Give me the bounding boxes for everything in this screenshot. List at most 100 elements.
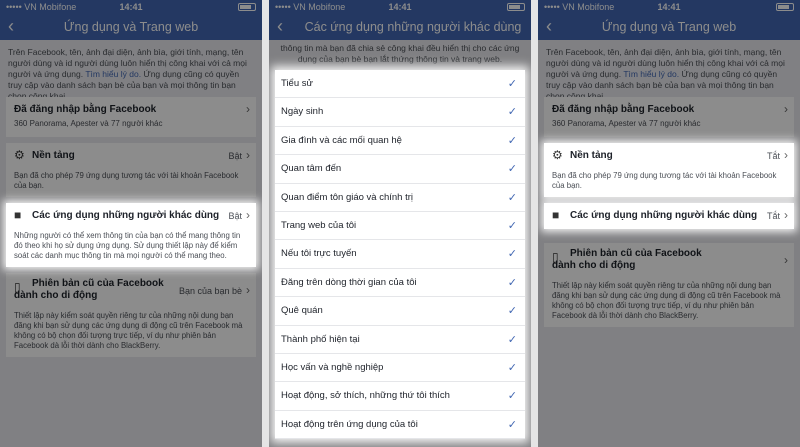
- chevron-right-icon: ›: [784, 253, 788, 267]
- category-label: Quan tâm đến: [281, 163, 342, 175]
- category-label: Thành phố hiện tại: [281, 333, 360, 345]
- checkmark-icon: ✓: [507, 191, 517, 204]
- row-subtitle: 360 Panorama, Apester và 77 người khác: [552, 119, 701, 128]
- back-chevron-icon[interactable]: ‹: [277, 17, 283, 35]
- category-item[interactable]: Quê quán ✓: [275, 297, 525, 326]
- checkmark-icon: ✓: [507, 305, 517, 318]
- chevron-right-icon: ›: [246, 283, 250, 297]
- row-label: Phiên bản cũ của Facebook: [32, 278, 164, 289]
- battery-icon: [776, 3, 794, 11]
- legacy-mobile-card[interactable]: ▯ Phiên bản cũ của Facebook dành cho di …: [544, 243, 794, 327]
- category-item[interactable]: Ngày sinh ✓: [275, 98, 525, 127]
- row-description: Bạn đã cho phép 79 ứng dụng tương tác vớ…: [14, 171, 239, 190]
- apps-others-use-panel: ••••• VN Mobifone 14:41 ‹ Các ứng dụng n…: [269, 0, 531, 447]
- row-label-line2: dành cho di động: [552, 260, 636, 271]
- status-bar: ••••• VN Mobifone 14:41: [269, 0, 531, 14]
- clock: 14:41: [119, 2, 143, 12]
- row-label: Các ứng dụng những người khác dùng: [32, 210, 220, 221]
- row-value: Bạn của bạn bè: [178, 286, 242, 296]
- settings-panel-after: ••••• VN Mobifone 14:41 ‹ Ứng dụng và Tr…: [538, 0, 800, 447]
- nav-bar: ‹ Ứng dụng và Trang web: [0, 14, 262, 40]
- category-item[interactable]: Quan tâm đến ✓: [275, 155, 525, 184]
- checkmark-icon: ✓: [507, 248, 517, 261]
- learn-why-link[interactable]: Tìm hiểu lý do.: [85, 69, 141, 79]
- page-title: Các ứng dụng những người khác dùng: [304, 20, 522, 34]
- checkmark-icon: ✓: [507, 134, 517, 147]
- chevron-right-icon: ›: [246, 148, 250, 162]
- checkmark-icon: ✓: [507, 106, 517, 119]
- checkmark-icon: ✓: [507, 418, 517, 431]
- row-label-line2: dành cho di động: [14, 290, 98, 301]
- row-label: Đã đăng nhập bằng Facebook: [552, 104, 695, 115]
- row-label: Nền tảng: [32, 150, 75, 161]
- chevron-right-icon: ›: [246, 208, 250, 222]
- row-subtitle: 360 Panorama, Apester và 77 người khác: [14, 119, 163, 128]
- row-description: Thiết lập này kiểm soát quyền riêng tư c…: [14, 311, 243, 350]
- category-item[interactable]: Thành phố hiện tại ✓: [275, 326, 525, 354]
- category-label: Tiểu sử: [281, 78, 313, 89]
- category-label: Hoạt động, sở thích, những thứ tôi thích: [281, 390, 450, 402]
- apps-others-use-card[interactable]: ■ Các ứng dụng những người khác dùng Bật…: [6, 203, 256, 267]
- status-bar: ••••• VN Mobifone 14:41: [0, 0, 262, 14]
- logged-in-with-facebook-row[interactable]: Đã đăng nhập bằng Facebook › 360 Panoram…: [6, 97, 256, 137]
- category-label: Nếu tôi trực tuyến: [281, 248, 357, 260]
- category-label: Trang web của tôi: [281, 219, 357, 231]
- category-item[interactable]: Hoạt động, sở thích, những thứ tôi thích…: [275, 382, 525, 411]
- logged-in-with-facebook-row[interactable]: Đã đăng nhập bằng Facebook › 360 Panoram…: [544, 97, 794, 137]
- row-description: Những người có thể xem thông tin của bạn…: [14, 231, 241, 260]
- category-item[interactable]: Gia đình và các mối quan hệ ✓: [275, 127, 525, 156]
- gear-icon: ⚙: [14, 148, 25, 162]
- platform-card[interactable]: ⚙ Nền tảng Tắt › Bạn đã cho phép 79 ứng …: [544, 143, 794, 197]
- category-item[interactable]: Quan điểm tôn giáo và chính trị ✓: [275, 184, 525, 212]
- row-description: Bạn đã cho phép 79 ứng dụng tương tác vớ…: [552, 171, 777, 190]
- cube-icon: ■: [552, 208, 560, 222]
- row-label: Phiên bản cũ của Facebook: [570, 248, 702, 259]
- row-label: Nền tảng: [570, 150, 613, 161]
- apps-others-use-card[interactable]: ■ Các ứng dụng những người khác dùng Tắt…: [544, 203, 794, 229]
- row-value: Tắt: [766, 211, 780, 221]
- page-title: Ứng dụng và Trang web: [601, 20, 737, 34]
- platform-card[interactable]: ⚙ Nền tảng Bật › Bạn đã cho phép 79 ứng …: [6, 143, 256, 197]
- row-label: Các ứng dụng những người khác dùng: [570, 210, 758, 221]
- row-value: Bật: [228, 151, 242, 161]
- page-title: Ứng dụng và Trang web: [63, 20, 199, 34]
- category-label: Quan điểm tôn giáo và chính trị: [281, 191, 414, 203]
- category-item[interactable]: Hoạt động trên ứng dụng của tôi ✓: [275, 411, 525, 440]
- row-description: Thiết lập này kiểm soát quyền riêng tư c…: [552, 281, 781, 320]
- row-value: Bật: [228, 211, 242, 221]
- nav-bar: ‹ Ứng dụng và Trang web: [538, 14, 800, 40]
- category-item[interactable]: Học vấn và nghề nghiệp ✓: [275, 354, 525, 383]
- battery-icon: [507, 3, 525, 11]
- checkmark-icon: ✓: [507, 219, 517, 232]
- intro-text: Trên Facebook, tên, ảnh đại diện, ảnh bì…: [538, 40, 800, 101]
- legacy-mobile-card[interactable]: ▯ Phiên bản cũ của Facebook dành cho di …: [6, 273, 256, 357]
- clock: 14:41: [388, 2, 412, 12]
- category-item[interactable]: Nếu tôi trực tuyến ✓: [275, 240, 525, 269]
- category-label: Ngày sinh: [281, 106, 324, 118]
- chevron-right-icon: ›: [784, 102, 788, 116]
- category-list: Tiểu sử ✓ Ngày sinh ✓ Gia đình và các mối qu…: [275, 70, 525, 440]
- status-bar: ••••• VN Mobifone 14:41: [538, 0, 800, 14]
- clock: 14:41: [657, 2, 681, 12]
- battery-icon: [238, 3, 256, 11]
- category-item[interactable]: Tiểu sử ✓: [275, 70, 525, 99]
- cube-icon: ■: [14, 208, 22, 222]
- checkmark-icon: ✓: [507, 333, 517, 346]
- category-label: Quê quán: [281, 305, 323, 317]
- nav-bar: ‹ Các ứng dụng những người khác dùng: [269, 14, 531, 40]
- row-value: Tắt: [766, 151, 780, 161]
- chevron-right-icon: ›: [246, 102, 250, 116]
- checkmark-icon: ✓: [507, 276, 517, 289]
- category-label: Đăng trên dòng thời gian của tôi: [281, 276, 417, 288]
- category-label: Học vấn và nghề nghiệp: [281, 361, 384, 373]
- chevron-right-icon: ›: [784, 148, 788, 162]
- checkmark-icon: ✓: [507, 78, 517, 90]
- category-item[interactable]: Trang web của tôi ✓: [275, 212, 525, 241]
- gear-icon: ⚙: [552, 148, 563, 162]
- category-item[interactable]: Đăng trên dòng thời gian của tôi ✓: [275, 269, 525, 298]
- checkmark-icon: ✓: [507, 163, 517, 176]
- learn-why-link[interactable]: Tìm hiểu lý do.: [623, 69, 679, 79]
- category-label: Gia đình và các mối quan hệ: [281, 134, 402, 146]
- row-label: Đã đăng nhập bằng Facebook: [14, 104, 157, 115]
- checkmark-icon: ✓: [507, 390, 517, 403]
